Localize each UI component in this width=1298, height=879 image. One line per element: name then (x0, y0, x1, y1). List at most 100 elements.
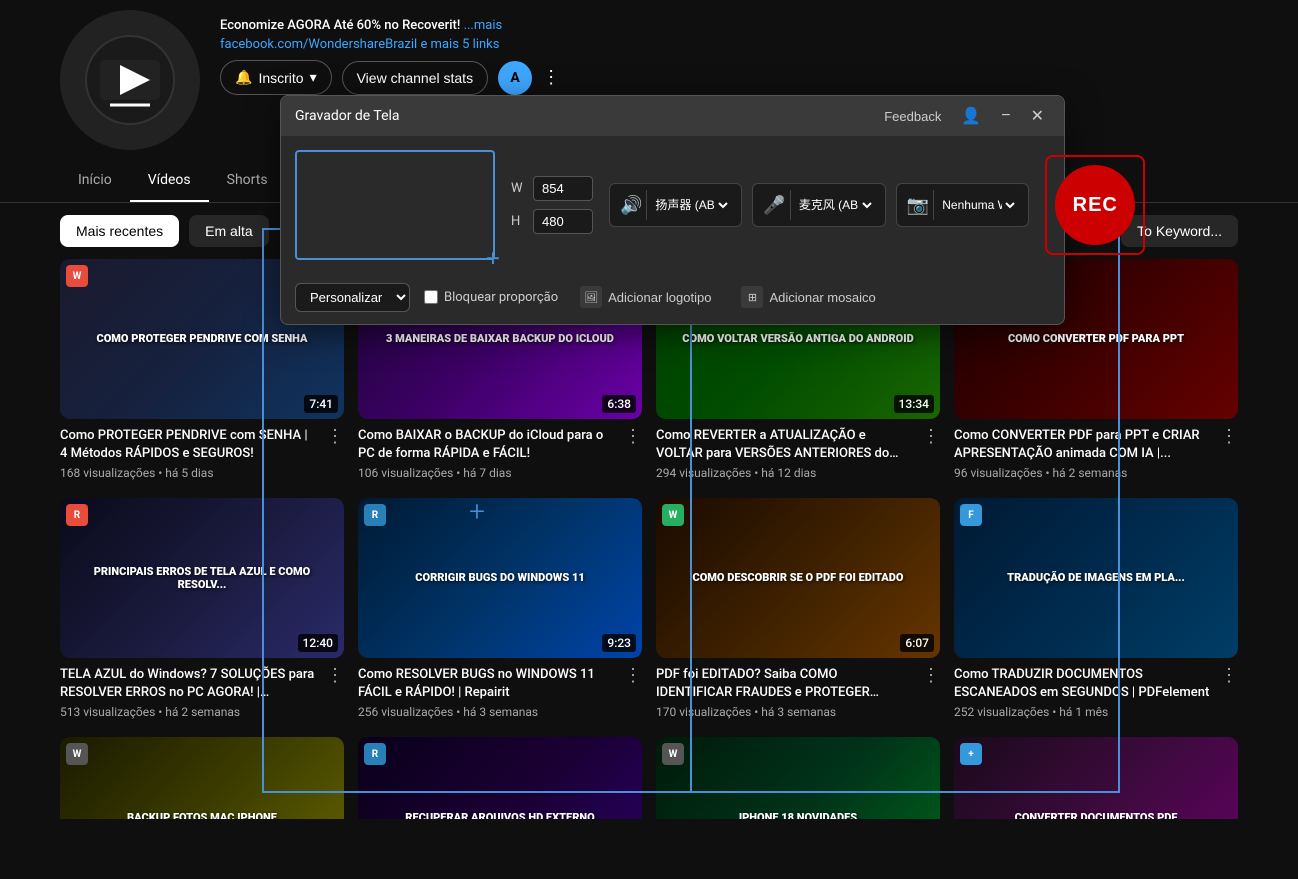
video-info: Como RESOLVER BUGS no WINDOWS 11 FÁCIL e… (358, 658, 642, 723)
channel-icon: W (66, 265, 88, 287)
subscribe-button[interactable]: 🔔 Inscrito ▾ (220, 60, 332, 95)
video-thumbnail: R PRINCIPAIS ERROS DE TELA AZUL E COMO R… (60, 498, 344, 658)
height-input[interactable] (533, 209, 593, 234)
channel-link: facebook.com/WondershareBrazil e mais 5 … (220, 37, 1238, 52)
recorder-dimensions: W H (511, 176, 593, 234)
mic-select[interactable]: 麦克风 (AB13... (795, 197, 875, 213)
webcam-select[interactable]: Nenhuma We... (938, 197, 1018, 213)
video-info: Como PROTEGER PENDRIVE com SENHA | 4 Mét… (60, 419, 344, 484)
recorder-bottom: Personalizar Bloquear proporção 🖼 Adicio… (281, 274, 1064, 324)
video-card-8[interactable]: F TRADUÇÃO DE IMAGENS EM PLA... Como TRA… (954, 498, 1238, 723)
video-details: Como REVERTER a ATUALIZAÇÃO e VOLTAR par… (656, 427, 914, 480)
video-more-button[interactable]: ⋮ (922, 666, 940, 684)
lock-ratio-label[interactable]: Bloquear proporção (424, 290, 558, 305)
video-card-9[interactable]: W BACKUP FOTOS MAC iPHONE Como fazer bac… (60, 737, 344, 819)
video-card-5[interactable]: R PRINCIPAIS ERROS DE TELA AZUL E COMO R… (60, 498, 344, 723)
filter-trending-button[interactable]: Em alta (189, 215, 268, 247)
video-info: Como CONVERTER PDF para PPT e CRIAR APRE… (954, 419, 1238, 484)
video-thumbnail: + CONVERTER DOCUMENTOS PDF (954, 737, 1238, 819)
divider (646, 190, 647, 220)
thumb-text: COMO PROTEGER PENDRIVE com SENHA (96, 332, 307, 345)
channel-icon: W (662, 504, 684, 526)
rec-label: REC (1055, 165, 1135, 245)
thumb-text: 3 MANEIRAS DE BAIXAR BACKUP do iCLOUD (386, 332, 614, 345)
channel-stats-button[interactable]: View channel stats (342, 61, 488, 95)
thumb-text: BACKUP FOTOS MAC iPHONE (127, 811, 277, 819)
video-thumbnail: W BACKUP FOTOS MAC iPHONE (60, 737, 344, 819)
video-details: Como RESOLVER BUGS no WINDOWS 11 FÁCIL e… (358, 666, 616, 719)
tab-videos[interactable]: Vídeos (130, 160, 209, 202)
thumb-overlay: + CONVERTER DOCUMENTOS PDF (954, 737, 1238, 819)
crosshair-icon: ✛ (485, 250, 501, 266)
mic-icon: 🎤 (763, 195, 785, 216)
video-more-button[interactable]: ⋮ (1220, 666, 1238, 684)
channel-promo: Economize AGORA Até 60% no Recoverit! ..… (220, 18, 1238, 33)
recorder-body: ✛ W H 🔊 扬声器 (AB13... 🎤 (281, 136, 1064, 274)
video-details: Como PROTEGER PENDRIVE com SENHA | 4 Mét… (60, 427, 318, 480)
video-info: TELA AZUL do Windows? 7 SOLUÇÕES para RE… (60, 658, 344, 723)
channel-icon: R (66, 504, 88, 526)
video-meta: 252 visualizações • há 1 mês (954, 705, 1212, 719)
lock-ratio-checkbox[interactable] (424, 290, 438, 304)
channel-avatar (60, 10, 200, 150)
video-meta: 170 visualizações • há 3 semanas (656, 705, 914, 719)
video-more-button[interactable]: ⋮ (326, 427, 344, 445)
height-label: H (511, 214, 525, 229)
video-title: TELA AZUL do Windows? 7 SOLUÇÕES para RE… (60, 666, 318, 702)
user-account-button[interactable]: 👤 (955, 104, 987, 128)
video-title: Como PROTEGER PENDRIVE com SENHA | 4 Mét… (60, 427, 318, 463)
video-card-6[interactable]: R CORRIGIR BUGS DO WINDOWS 11 9:23 Como … (358, 498, 642, 723)
video-thumbnail: F TRADUÇÃO DE IMAGENS EM PLA... (954, 498, 1238, 658)
speaker-select[interactable]: 扬声器 (AB13... (651, 197, 731, 213)
video-card-12[interactable]: + CONVERTER DOCUMENTOS PDF Como converte… (954, 737, 1238, 819)
add-logo-button[interactable]: 🖼 Adicionar logotipo (572, 282, 719, 312)
video-more-button[interactable]: ⋮ (922, 427, 940, 445)
video-thumbnail: W iPhone 18 NOVIDADES (656, 737, 940, 819)
record-button[interactable]: REC (1045, 155, 1145, 255)
channel-info: Economize AGORA Até 60% no Recoverit! ..… (220, 10, 1238, 95)
channel-actions: 🔔 Inscrito ▾ View channel stats A ⋮ (220, 60, 1238, 95)
thumb-overlay: W iPhone 18 NOVIDADES (656, 737, 940, 819)
speaker-icon: 🔊 (620, 195, 642, 216)
close-button[interactable]: ✕ (1025, 104, 1050, 128)
recorder-canvas-area[interactable]: ✛ (295, 150, 495, 260)
video-more-button[interactable]: ⋮ (624, 427, 642, 445)
recorder-controls: 🔊 扬声器 (AB13... 🎤 麦克风 (AB13... 📷 Nenhuma … (609, 183, 1029, 227)
minimize-button[interactable]: − (995, 105, 1016, 127)
more-options-button[interactable]: ⋮ (542, 67, 560, 88)
preset-group: Personalizar (295, 283, 410, 312)
filter-recent-button[interactable]: Mais recentes (60, 215, 179, 247)
add-mosaic-button[interactable]: ⊞ Adicionar mosaico (733, 282, 883, 312)
speaker-control: 🔊 扬声器 (AB13... (609, 183, 742, 227)
thumb-text: COMO VOLTAR VERSÃO ANTIGA DO ANDROID (682, 332, 913, 345)
webcam-icon: 📷 (907, 195, 929, 216)
video-info: PDF foi EDITADO? Saiba COMO IDENTIFICAR … (656, 658, 940, 723)
video-card-10[interactable]: R RECUPERAR ARQUIVOS HD EXTERNO Como rec… (358, 737, 642, 819)
width-row: W (511, 176, 593, 201)
video-more-button[interactable]: ⋮ (326, 666, 344, 684)
thumb-text: COMO CONVERTER PDF para PPT (1008, 332, 1184, 345)
preset-select[interactable]: Personalizar (295, 283, 410, 312)
thumb-text: iPhone 18 NOVIDADES (739, 811, 857, 819)
channel-icon: W (66, 743, 88, 765)
channel-icon: R (364, 504, 386, 526)
video-card-11[interactable]: W iPhone 18 NOVIDADES iPhone 18 - Tudo q… (656, 737, 940, 819)
channel-icon: R (364, 743, 386, 765)
width-input[interactable] (533, 176, 593, 201)
video-more-button[interactable]: ⋮ (624, 666, 642, 684)
video-duration: 9:23 (602, 634, 636, 652)
video-duration: 7:41 (304, 395, 338, 413)
tab-shorts[interactable]: Shorts (209, 160, 286, 202)
video-info: Como BAIXAR o BACKUP do iCloud para o PC… (358, 419, 642, 484)
tab-inicio[interactable]: Início (60, 160, 130, 202)
recorder-titlebar: Gravador de Tela Feedback 👤 − ✕ (281, 96, 1064, 136)
thumb-text: CONVERTER DOCUMENTOS PDF (1015, 811, 1178, 819)
thumb-overlay: W BACKUP FOTOS MAC iPHONE (60, 737, 344, 819)
thumb-overlay: R RECUPERAR ARQUIVOS HD EXTERNO (358, 737, 642, 819)
thumb-text: TRADUÇÃO DE IMAGENS EM PLA... (1007, 571, 1185, 584)
video-more-button[interactable]: ⋮ (1220, 427, 1238, 445)
video-details: TELA AZUL do Windows? 7 SOLUÇÕES para RE… (60, 666, 318, 719)
video-card-7[interactable]: W COMO DESCOBRIR SE O PDF FOI EDITADO 6:… (656, 498, 940, 723)
feedback-button[interactable]: Feedback (878, 107, 947, 126)
user-avatar[interactable]: A (498, 61, 532, 95)
